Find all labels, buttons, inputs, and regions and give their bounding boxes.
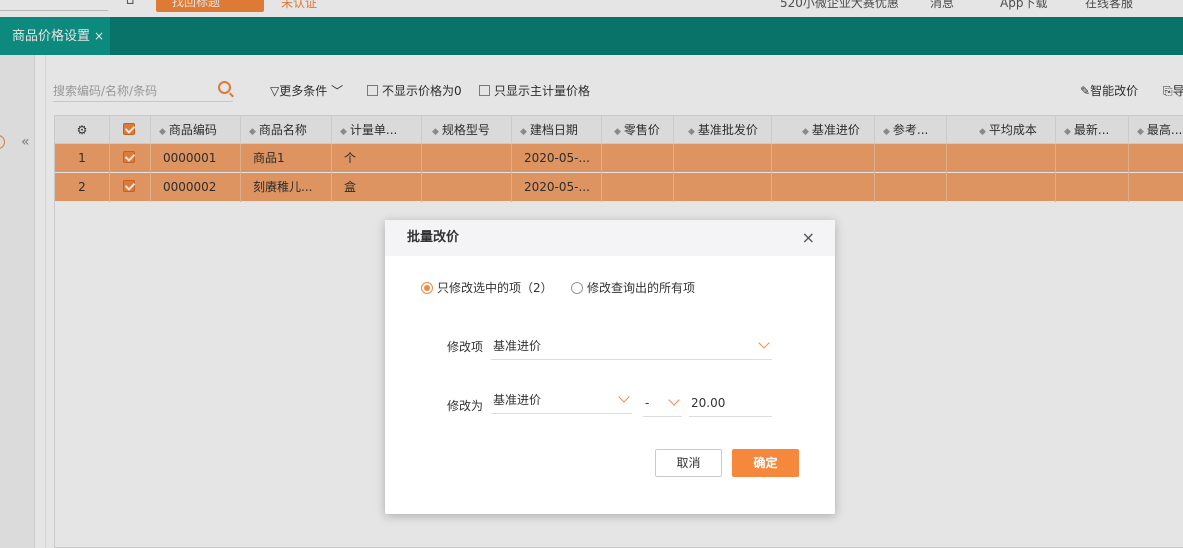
chevron-down-icon (758, 337, 770, 349)
operator-select[interactable]: - (643, 391, 682, 417)
select-value: 基准进价 (493, 339, 542, 353)
radio-all-items[interactable]: 修改查询出的所有项 (571, 279, 695, 296)
confirm-button[interactable]: 确定 (732, 449, 799, 477)
cancel-button[interactable]: 取消 (655, 449, 722, 477)
dialog-header: 批量改价 × (385, 220, 835, 256)
dialog-title: 批量改价 (407, 230, 460, 245)
batch-price-dialog: 批量改价 × 只修改选中的项（2） 修改查询出的所有项 修改项 基准进价 修改为… (385, 220, 835, 514)
chevron-down-icon (618, 391, 630, 403)
amount-input[interactable]: 20.00 (689, 391, 772, 417)
modify-item-label: 修改项 (447, 340, 484, 354)
radio-label: 只修改选中的项（2） (437, 281, 553, 295)
chevron-down-icon (668, 394, 680, 406)
radio-label: 修改查询出的所有项 (587, 281, 696, 295)
select-value: - (645, 396, 650, 410)
radio-icon (421, 282, 433, 294)
close-icon[interactable]: × (802, 220, 815, 256)
modify-item-select[interactable]: 基准进价 (491, 334, 772, 360)
modify-to-select[interactable]: 基准进价 (491, 388, 632, 414)
select-value: 基准进价 (493, 393, 542, 407)
radio-selected-items[interactable]: 只修改选中的项（2） (421, 279, 553, 296)
amount-value: 20.00 (691, 396, 726, 410)
radio-icon (571, 282, 583, 294)
modify-to-label: 修改为 (447, 399, 484, 413)
